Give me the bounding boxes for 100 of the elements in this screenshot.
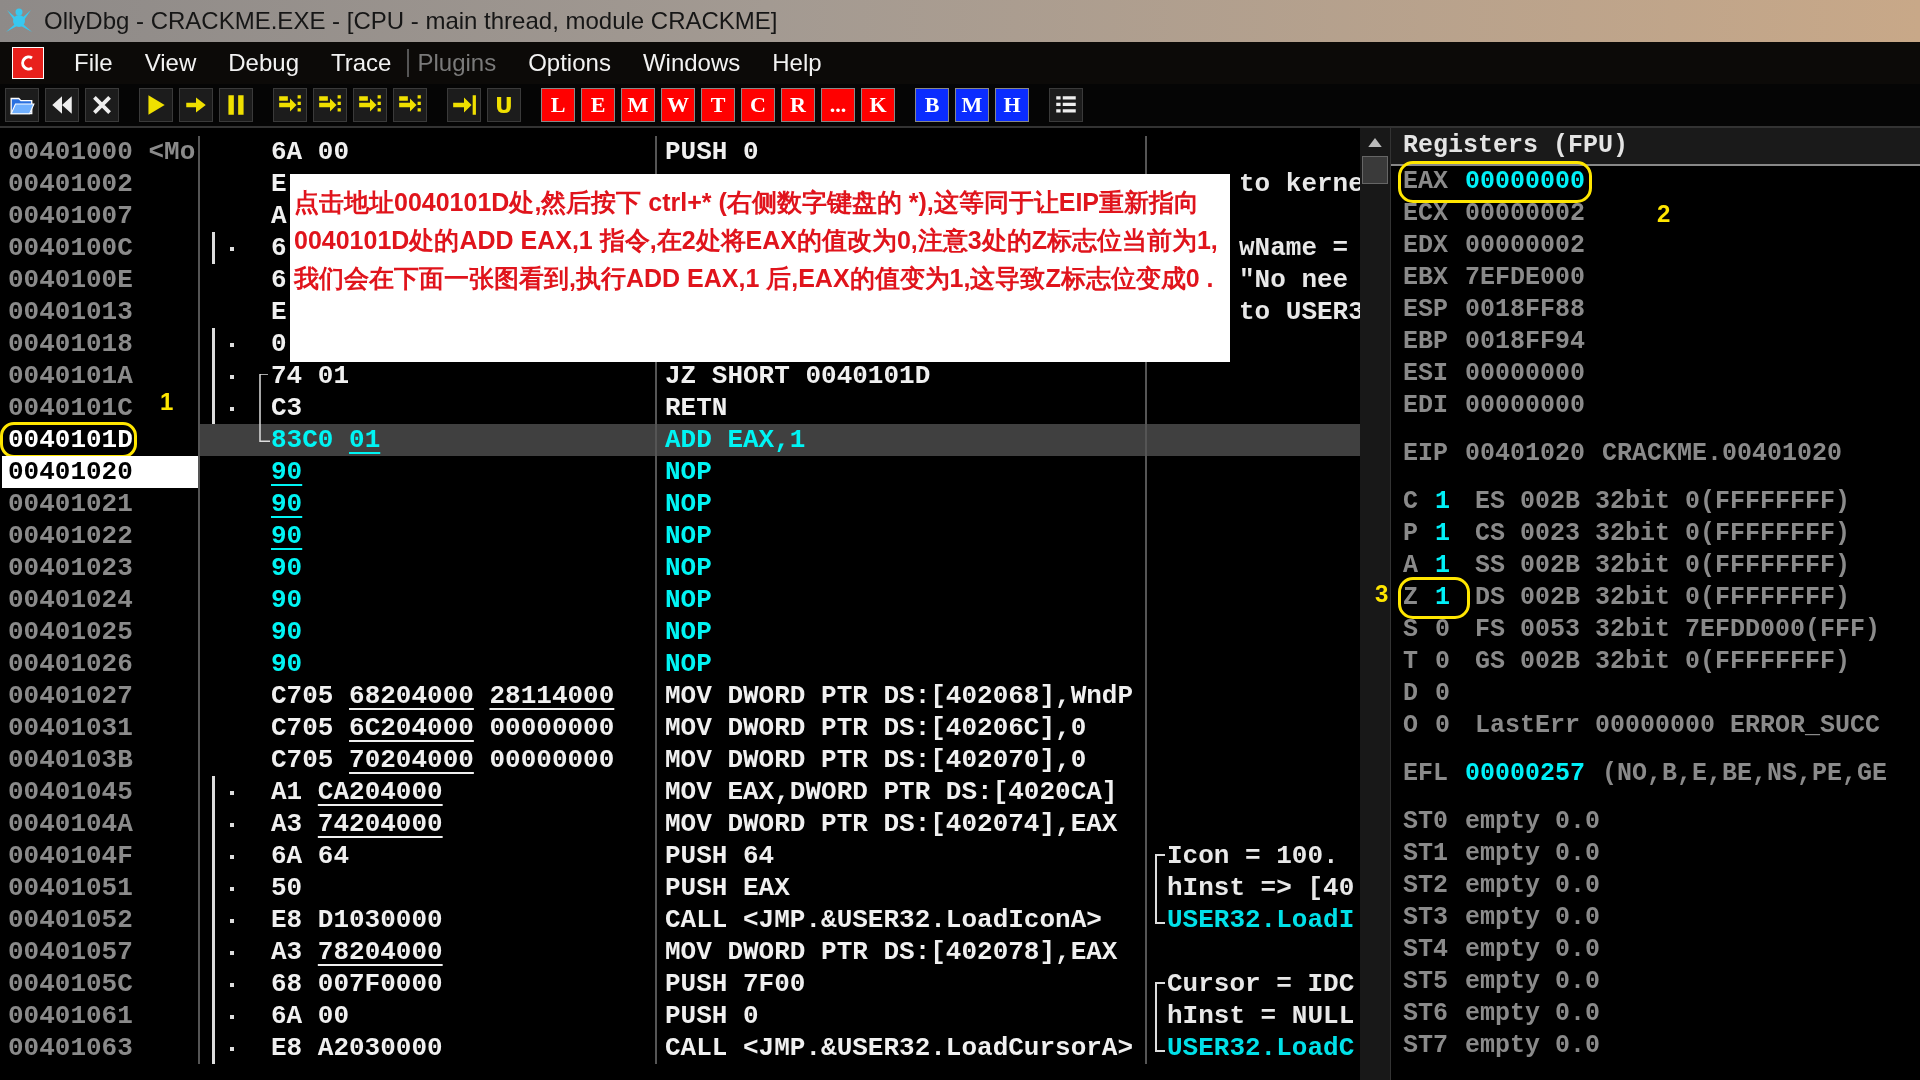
- register-value[interactable]: 0018FF88: [1463, 294, 1588, 326]
- address-cell[interactable]: 00401000 <Mo: [2, 136, 198, 168]
- disassembly-cell: NOP: [655, 648, 1145, 680]
- address-cell[interactable]: 00401057: [2, 936, 135, 968]
- toolbar-letter-button[interactable]: R: [781, 88, 815, 122]
- fpu-register-name: ST6: [1403, 998, 1448, 1030]
- address-cell[interactable]: 00401024: [2, 584, 135, 616]
- address-cell[interactable]: 0040101C: [2, 392, 135, 424]
- address-cell[interactable]: 00401063: [2, 1032, 135, 1064]
- flag-value[interactable]: 1: [1433, 518, 1453, 550]
- address-cell[interactable]: 00401023: [2, 552, 135, 584]
- disassembly-cell: ADD EAX,1: [655, 424, 1145, 456]
- address-cell[interactable]: 00401045: [2, 776, 135, 808]
- return-icon[interactable]: [447, 88, 481, 122]
- register-value[interactable]: 00000002: [1463, 230, 1588, 262]
- disassembly-cell: PUSH EAX: [655, 872, 1145, 904]
- register-name: EDX: [1403, 230, 1448, 262]
- fpu-register-value: empty 0.0: [1464, 806, 1602, 838]
- menu-item[interactable]: File: [58, 49, 129, 77]
- address-cell[interactable]: 00401007: [2, 200, 135, 232]
- register-value[interactable]: 00401020: [1463, 438, 1588, 470]
- address-cell[interactable]: 00401026: [2, 648, 135, 680]
- pause-icon[interactable]: [219, 88, 253, 122]
- register-value[interactable]: 7EFDE000: [1463, 262, 1588, 294]
- flag-name: A: [1403, 550, 1418, 582]
- menu-item[interactable]: Debug: [212, 49, 315, 77]
- toolbar-letter-button[interactable]: L: [541, 88, 575, 122]
- toolbar-letter-button[interactable]: C: [741, 88, 775, 122]
- flag-value[interactable]: 0: [1433, 678, 1453, 710]
- scroll-up-icon[interactable]: [1368, 138, 1382, 147]
- address-cell[interactable]: 00401025: [2, 616, 135, 648]
- address-cell[interactable]: 0040100E: [2, 264, 135, 296]
- address-cell[interactable]: 0040103B: [2, 744, 135, 776]
- segment-register: LastErr 00000000 ERROR_SUCC: [1475, 710, 1881, 742]
- register-value[interactable]: 00000002: [1463, 198, 1588, 230]
- address-cell[interactable]: 0040100C: [2, 232, 135, 264]
- hex-cell: 68 007F0000: [271, 969, 443, 999]
- register-value[interactable]: 00000000: [1463, 358, 1588, 390]
- scroll-thumb[interactable]: [1362, 156, 1388, 184]
- address-cell[interactable]: 00401031: [2, 712, 135, 744]
- disassembly-cell: MOV DWORD PTR DS:[402070],0: [655, 744, 1145, 776]
- address-cell[interactable]: 0040104F: [2, 840, 135, 872]
- register-name: ESP: [1403, 294, 1448, 326]
- cpu-window-icon[interactable]: [12, 47, 44, 79]
- flag-value[interactable]: 0: [1433, 646, 1453, 678]
- toolbar-letter-button[interactable]: B: [915, 88, 949, 122]
- flag-value[interactable]: 1: [1433, 582, 1453, 614]
- rewind-icon[interactable]: [45, 88, 79, 122]
- address-cell[interactable]: 00401002: [2, 168, 135, 200]
- window-title: OllyDbg - CRACKME.EXE - [CPU - main thread, module CRACKME]: [44, 7, 778, 35]
- hex-cell: 90: [271, 649, 303, 679]
- address-cell[interactable]: 0040101A: [2, 360, 135, 392]
- toolbar-letter-button[interactable]: ...: [821, 88, 855, 122]
- play-icon[interactable]: [139, 88, 173, 122]
- address-cell[interactable]: 00401018: [2, 328, 135, 360]
- flag-value[interactable]: 1: [1433, 550, 1453, 582]
- disassembly-cell: PUSH 0: [655, 136, 1145, 168]
- register-value[interactable]: 00000000: [1463, 390, 1588, 422]
- address-cell[interactable]: 00401061: [2, 1000, 135, 1032]
- toolbar-letter-button[interactable]: K: [861, 88, 895, 122]
- toolbar-letter-button[interactable]: M: [955, 88, 989, 122]
- open-folder-icon[interactable]: [5, 88, 39, 122]
- flag-value[interactable]: 0: [1433, 614, 1453, 646]
- register-value[interactable]: 0018FF94: [1463, 326, 1588, 358]
- address-cell[interactable]: 0040104A: [2, 808, 135, 840]
- menu-item[interactable]: View: [128, 49, 213, 77]
- scrollbar[interactable]: [1360, 128, 1391, 1080]
- toolbar-letter-button[interactable]: T: [701, 88, 735, 122]
- address-cell[interactable]: 00401052: [2, 904, 135, 936]
- menu-item[interactable]: Options: [512, 49, 627, 77]
- list-icon[interactable]: [1049, 88, 1083, 122]
- close-icon[interactable]: [85, 88, 119, 122]
- register-name: EDI: [1403, 390, 1448, 422]
- toolbar-letter-button[interactable]: M: [621, 88, 655, 122]
- address-cell[interactable]: 00401013: [2, 296, 135, 328]
- toolbar-letter-button[interactable]: E: [581, 88, 615, 122]
- register-name: ECX: [1403, 198, 1448, 230]
- address-cell[interactable]: 0040101D: [2, 424, 135, 456]
- menu-item[interactable]: Windows: [626, 49, 757, 77]
- toolbar-button[interactable]: U: [487, 88, 521, 122]
- flag-value[interactable]: 1: [1433, 486, 1453, 518]
- address-cell[interactable]: 00401027: [2, 680, 135, 712]
- hex-cell: C3: [271, 393, 303, 423]
- address-cell[interactable]: 00401051: [2, 872, 135, 904]
- disassembly-cell: NOP: [655, 584, 1145, 616]
- menu-item[interactable]: Trace: [315, 49, 408, 77]
- menu-item[interactable]: Help: [756, 49, 838, 77]
- toolbar-letter-button[interactable]: W: [661, 88, 695, 122]
- hex-cell: 90: [271, 457, 303, 487]
- address-cell[interactable]: 0040105C: [2, 968, 135, 1000]
- register-value[interactable]: 00000000: [1463, 166, 1588, 198]
- flag-value[interactable]: 0: [1433, 710, 1453, 742]
- toolbar-letter-button[interactable]: H: [995, 88, 1029, 122]
- segment-register: SS 002B 32bit 0(FFFFFFFF): [1475, 550, 1851, 582]
- address-cell[interactable]: 00401021: [2, 488, 135, 520]
- address-cell[interactable]: 00401020: [2, 456, 198, 488]
- flag-name: D: [1403, 678, 1418, 710]
- hex-cell: 90: [271, 489, 303, 519]
- register-value[interactable]: 00000257: [1463, 758, 1588, 790]
- address-cell[interactable]: 00401022: [2, 520, 135, 552]
